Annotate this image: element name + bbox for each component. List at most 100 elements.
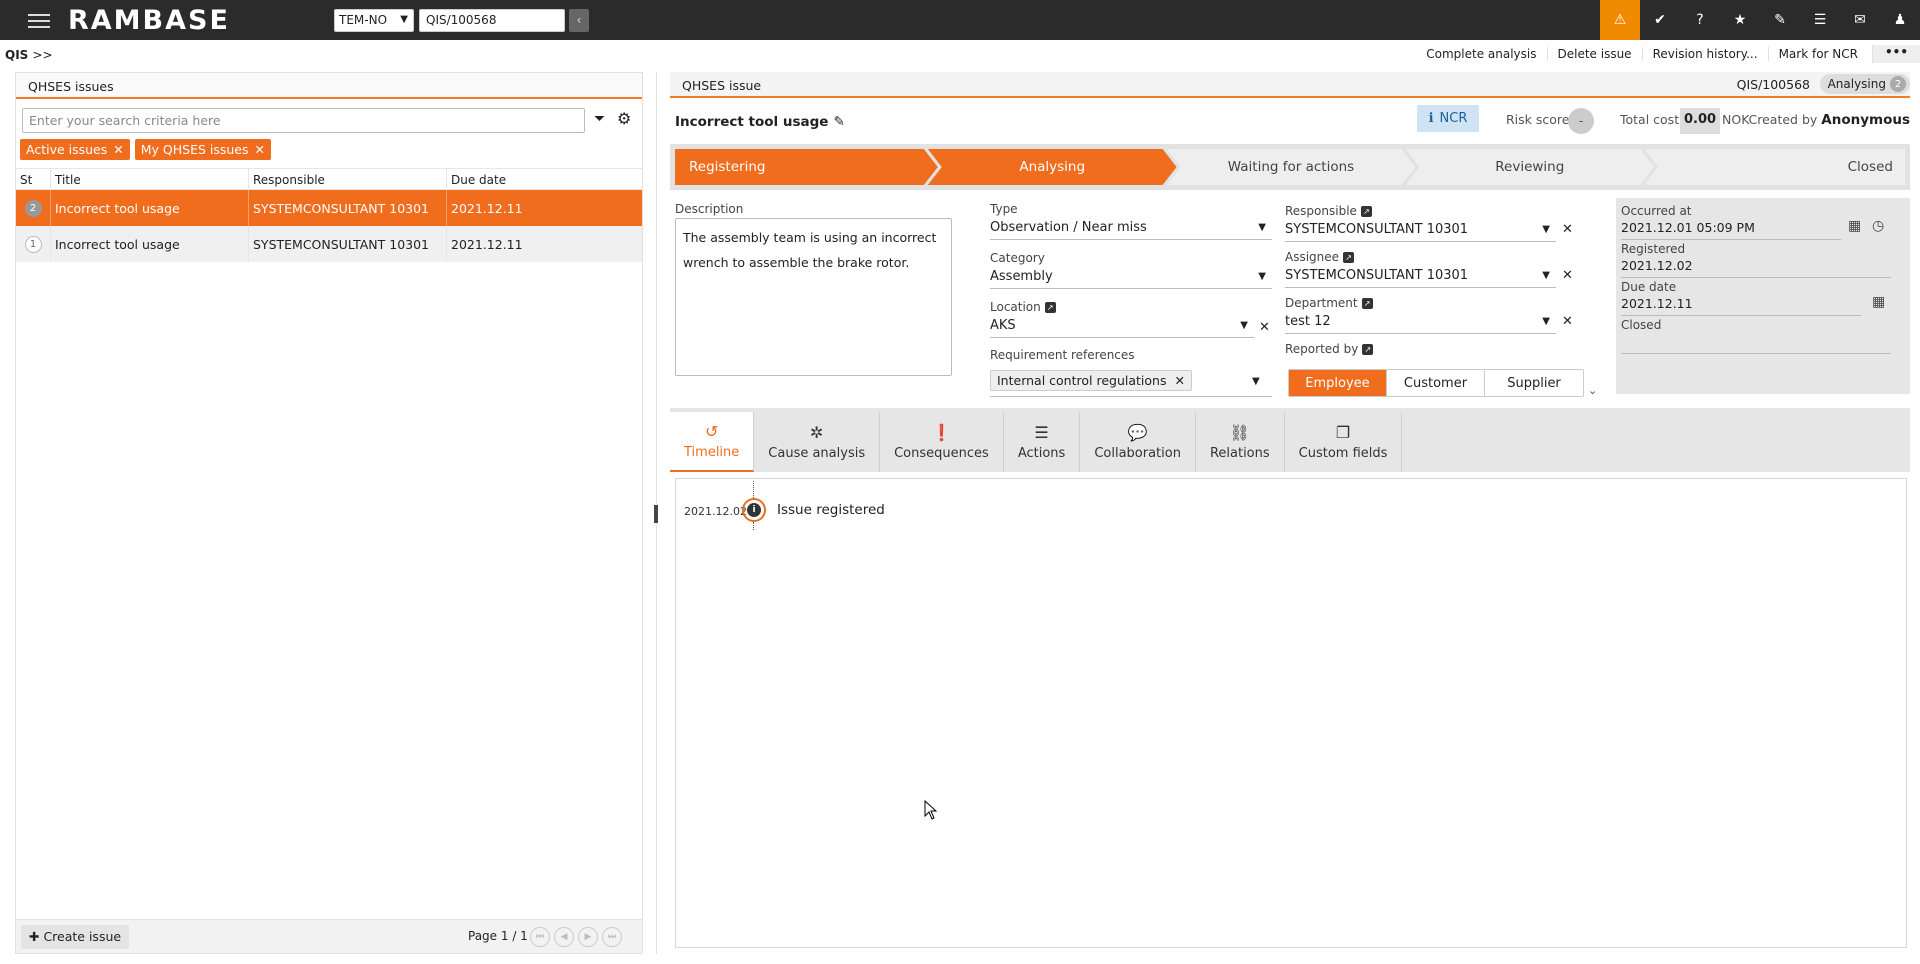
step-analysing[interactable]: Analysing (928, 149, 1177, 185)
reported-by-customer[interactable]: Customer (1387, 370, 1485, 396)
occurred-at-field[interactable]: 2021.12.01 05:09 PM (1621, 220, 1841, 240)
paperclip-icon[interactable]: ✎ (1760, 0, 1800, 40)
table-row[interactable]: 2 Incorrect tool usage SYSTEMCONSULTANT … (16, 190, 642, 226)
column-header[interactable]: Title (51, 169, 249, 189)
last-page-icon[interactable]: ⏭ (602, 927, 622, 947)
tab-timeline[interactable]: ↺ Timeline (670, 412, 755, 472)
description-textarea[interactable]: The assembly team is using an incorrect … (675, 218, 952, 376)
external-link-icon[interactable]: ↗ (1361, 297, 1373, 309)
star-icon[interactable]: ★ (1720, 0, 1760, 40)
tab-actions[interactable]: ☰ Actions (1004, 412, 1081, 472)
external-link-icon[interactable]: ↗ (1360, 205, 1372, 217)
created-by-value: Anonymous (1821, 112, 1910, 128)
list-icon[interactable]: ☰ (1800, 0, 1840, 40)
clear-responsible-icon[interactable]: ✕ (1562, 222, 1573, 237)
external-link-icon[interactable]: ↗ (1044, 301, 1056, 313)
expand-chevron-icon[interactable]: ⌄ (1588, 384, 1597, 397)
timeline-node[interactable]: i (742, 498, 766, 522)
column-header[interactable]: St (16, 169, 51, 189)
splitter-handle[interactable] (654, 505, 658, 523)
tab-relations[interactable]: ⛓ Relations (1196, 412, 1285, 472)
hamburger-menu-icon[interactable] (28, 10, 50, 30)
clear-location-icon[interactable]: ✕ (1259, 320, 1270, 335)
top-icons: ⚠ ✔ ? ★ ✎ ☰ ✉ ♟ (1600, 0, 1920, 40)
assignee-value: SYSTEMCONSULTANT 10301 (1285, 268, 1469, 283)
filter-chips: Active issues ✕ My QHSES issues ✕ (20, 139, 271, 160)
mail-icon[interactable]: ✉ (1840, 0, 1880, 40)
step-registering[interactable]: Registering (675, 149, 938, 185)
company-select[interactable]: TEM-NO ▼ (334, 9, 414, 32)
step-waiting-for-actions[interactable]: Waiting for actions (1167, 149, 1416, 185)
user-icon[interactable]: ♟ (1880, 0, 1920, 40)
warning-icon[interactable]: ⚠ (1600, 0, 1640, 40)
close-icon[interactable]: ✕ (1174, 373, 1184, 388)
first-page-icon[interactable]: ⏮ (530, 927, 550, 947)
close-icon[interactable]: ✕ (255, 142, 265, 157)
department-label: Department ↗ (1285, 296, 1373, 310)
closed-value (1621, 334, 1891, 354)
column-header[interactable]: Due date (447, 169, 642, 189)
more-actions-button[interactable]: ••• (1871, 45, 1920, 63)
help-icon[interactable]: ? (1680, 0, 1720, 40)
calendar-icon[interactable]: ▦ (1872, 294, 1885, 310)
tab-cause-analysis[interactable]: ✲ Cause analysis (754, 412, 881, 472)
clear-assignee-icon[interactable]: ✕ (1562, 268, 1573, 283)
location-select[interactable]: AKS ▼ (990, 316, 1254, 338)
category-select[interactable]: Assembly ▼ (990, 267, 1272, 289)
mark-for-ncr-button[interactable]: Mark for NCR (1767, 47, 1868, 61)
breadcrumb[interactable]: QIS >> (5, 48, 53, 62)
revision-history-button[interactable]: Revision history... (1641, 47, 1768, 61)
issue-title: Incorrect tool usage ✎ (675, 114, 845, 130)
delete-issue-button[interactable]: Delete issue (1546, 47, 1642, 61)
external-link-icon[interactable]: ↗ (1343, 251, 1355, 263)
clear-department-icon[interactable]: ✕ (1562, 314, 1573, 329)
chat-icon: 💬 (1127, 423, 1148, 442)
back-button[interactable]: ‹ (569, 9, 589, 32)
step-reviewing[interactable]: Reviewing (1405, 149, 1654, 185)
filter-chip[interactable]: Active issues ✕ (20, 139, 130, 160)
check-badge-icon[interactable]: ✔ (1640, 0, 1680, 40)
calendar-icon[interactable]: ▦ (1848, 218, 1861, 234)
column-header[interactable]: Responsible (249, 169, 447, 189)
assignee-select[interactable]: SYSTEMCONSULTANT 10301 ▼ (1285, 266, 1556, 288)
chevron-down-icon: ▼ (1542, 316, 1550, 327)
requirement-chip[interactable]: Internal control regulations ✕ (990, 370, 1192, 391)
pencil-icon[interactable]: ✎ (833, 114, 844, 130)
due-date-field[interactable]: 2021.12.11 (1621, 296, 1861, 316)
document-search-input[interactable]: QIS/100568 (419, 9, 565, 32)
filter-icon[interactable]: ⏷ (594, 111, 605, 127)
tab-collaboration[interactable]: 💬 Collaboration (1080, 412, 1196, 472)
chevron-down-icon[interactable]: ▼ (1252, 376, 1260, 387)
description-label: Description (675, 202, 744, 216)
responsible-select[interactable]: SYSTEMCONSULTANT 10301 ▼ (1285, 220, 1556, 242)
create-issue-button[interactable]: ✚ Create issue (21, 925, 130, 949)
gear-icon[interactable]: ⚙ (617, 109, 631, 128)
reported-by-employee[interactable]: Employee (1289, 370, 1387, 396)
table-row[interactable]: 1 Incorrect tool usage SYSTEMCONSULTANT … (16, 226, 642, 262)
status-cell: 1 (16, 226, 51, 262)
tab-consequences[interactable]: ❗ Consequences (880, 412, 1004, 472)
custom-fields-icon: ❐ (1335, 423, 1351, 442)
clock-icon[interactable]: ◷ (1872, 218, 1884, 234)
issue-id: QIS/100568 (1736, 77, 1810, 92)
mouse-cursor-icon (924, 800, 938, 820)
reported-by-supplier[interactable]: Supplier (1485, 370, 1583, 396)
external-link-icon[interactable]: ↗ (1362, 343, 1374, 355)
history-icon: ↺ (704, 422, 719, 441)
chip-label: Active issues (26, 142, 108, 157)
complete-analysis-button[interactable]: Complete analysis (1416, 47, 1546, 61)
location-value: AKS (990, 318, 1016, 333)
step-closed[interactable]: Closed (1644, 149, 1905, 185)
search-input[interactable]: Enter your search criteria here (22, 108, 585, 133)
breadcrumb-module[interactable]: QIS (5, 48, 28, 62)
tab-custom-fields[interactable]: ❐ Custom fields (1285, 412, 1403, 472)
ncr-badge[interactable]: ℹ NCR (1417, 105, 1479, 132)
department-select[interactable]: test 12 ▼ (1285, 312, 1556, 334)
prev-page-icon[interactable]: ◀ (554, 927, 574, 947)
next-page-icon[interactable]: ▶ (578, 927, 598, 947)
type-select[interactable]: Observation / Near miss ▼ (990, 218, 1272, 240)
create-issue-label: Create issue (43, 929, 122, 944)
close-icon[interactable]: ✕ (113, 142, 123, 157)
department-value: test 12 (1285, 314, 1331, 329)
filter-chip[interactable]: My QHSES issues ✕ (134, 139, 271, 160)
